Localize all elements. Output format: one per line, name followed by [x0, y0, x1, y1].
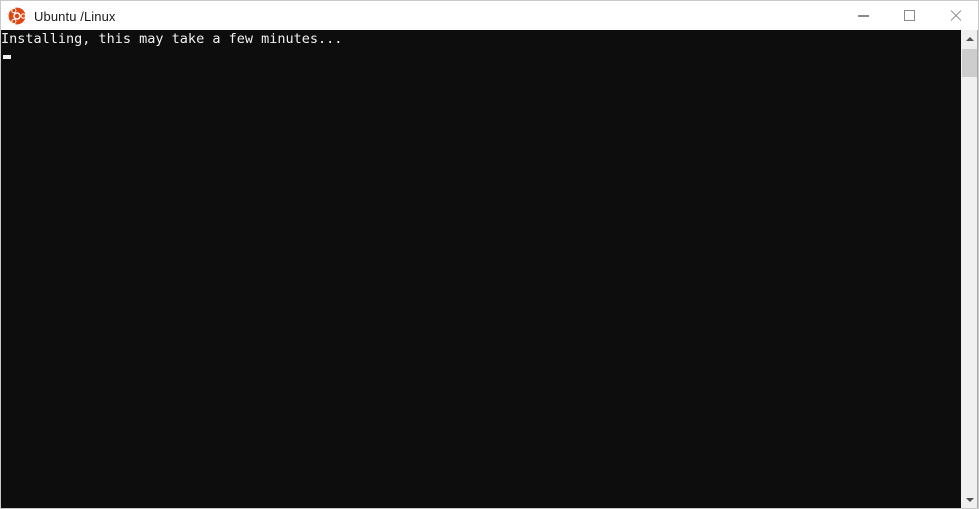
window-title: Ubuntu /Linux [34, 8, 116, 24]
terminal-cursor [3, 55, 11, 59]
close-button[interactable] [932, 1, 978, 31]
ubuntu-logo-icon [8, 7, 26, 24]
close-icon [949, 9, 962, 22]
scroll-down-arrow-icon [966, 497, 974, 502]
maximize-button[interactable] [886, 1, 932, 31]
titlebar[interactable]: Ubuntu /Linux [0, 0, 979, 30]
window-body: Installing, this may take a few minutes.… [0, 30, 979, 509]
scroll-up-button[interactable] [962, 30, 978, 47]
window-right-edge [977, 30, 978, 508]
minimize-icon [857, 15, 869, 16]
scroll-up-arrow-icon [966, 36, 974, 41]
terminal-output-area[interactable]: Installing, this may take a few minutes.… [1, 30, 961, 508]
scrollbar-track[interactable] [962, 47, 979, 491]
terminal-window: Ubuntu /Linux Installing, this may take … [0, 0, 979, 509]
window-controls [840, 1, 978, 31]
vertical-scrollbar[interactable] [961, 30, 979, 508]
maximize-icon [903, 10, 915, 21]
minimize-button[interactable] [840, 1, 886, 31]
terminal-line: Installing, this may take a few minutes.… [1, 31, 343, 47]
scroll-down-button[interactable] [962, 491, 978, 508]
